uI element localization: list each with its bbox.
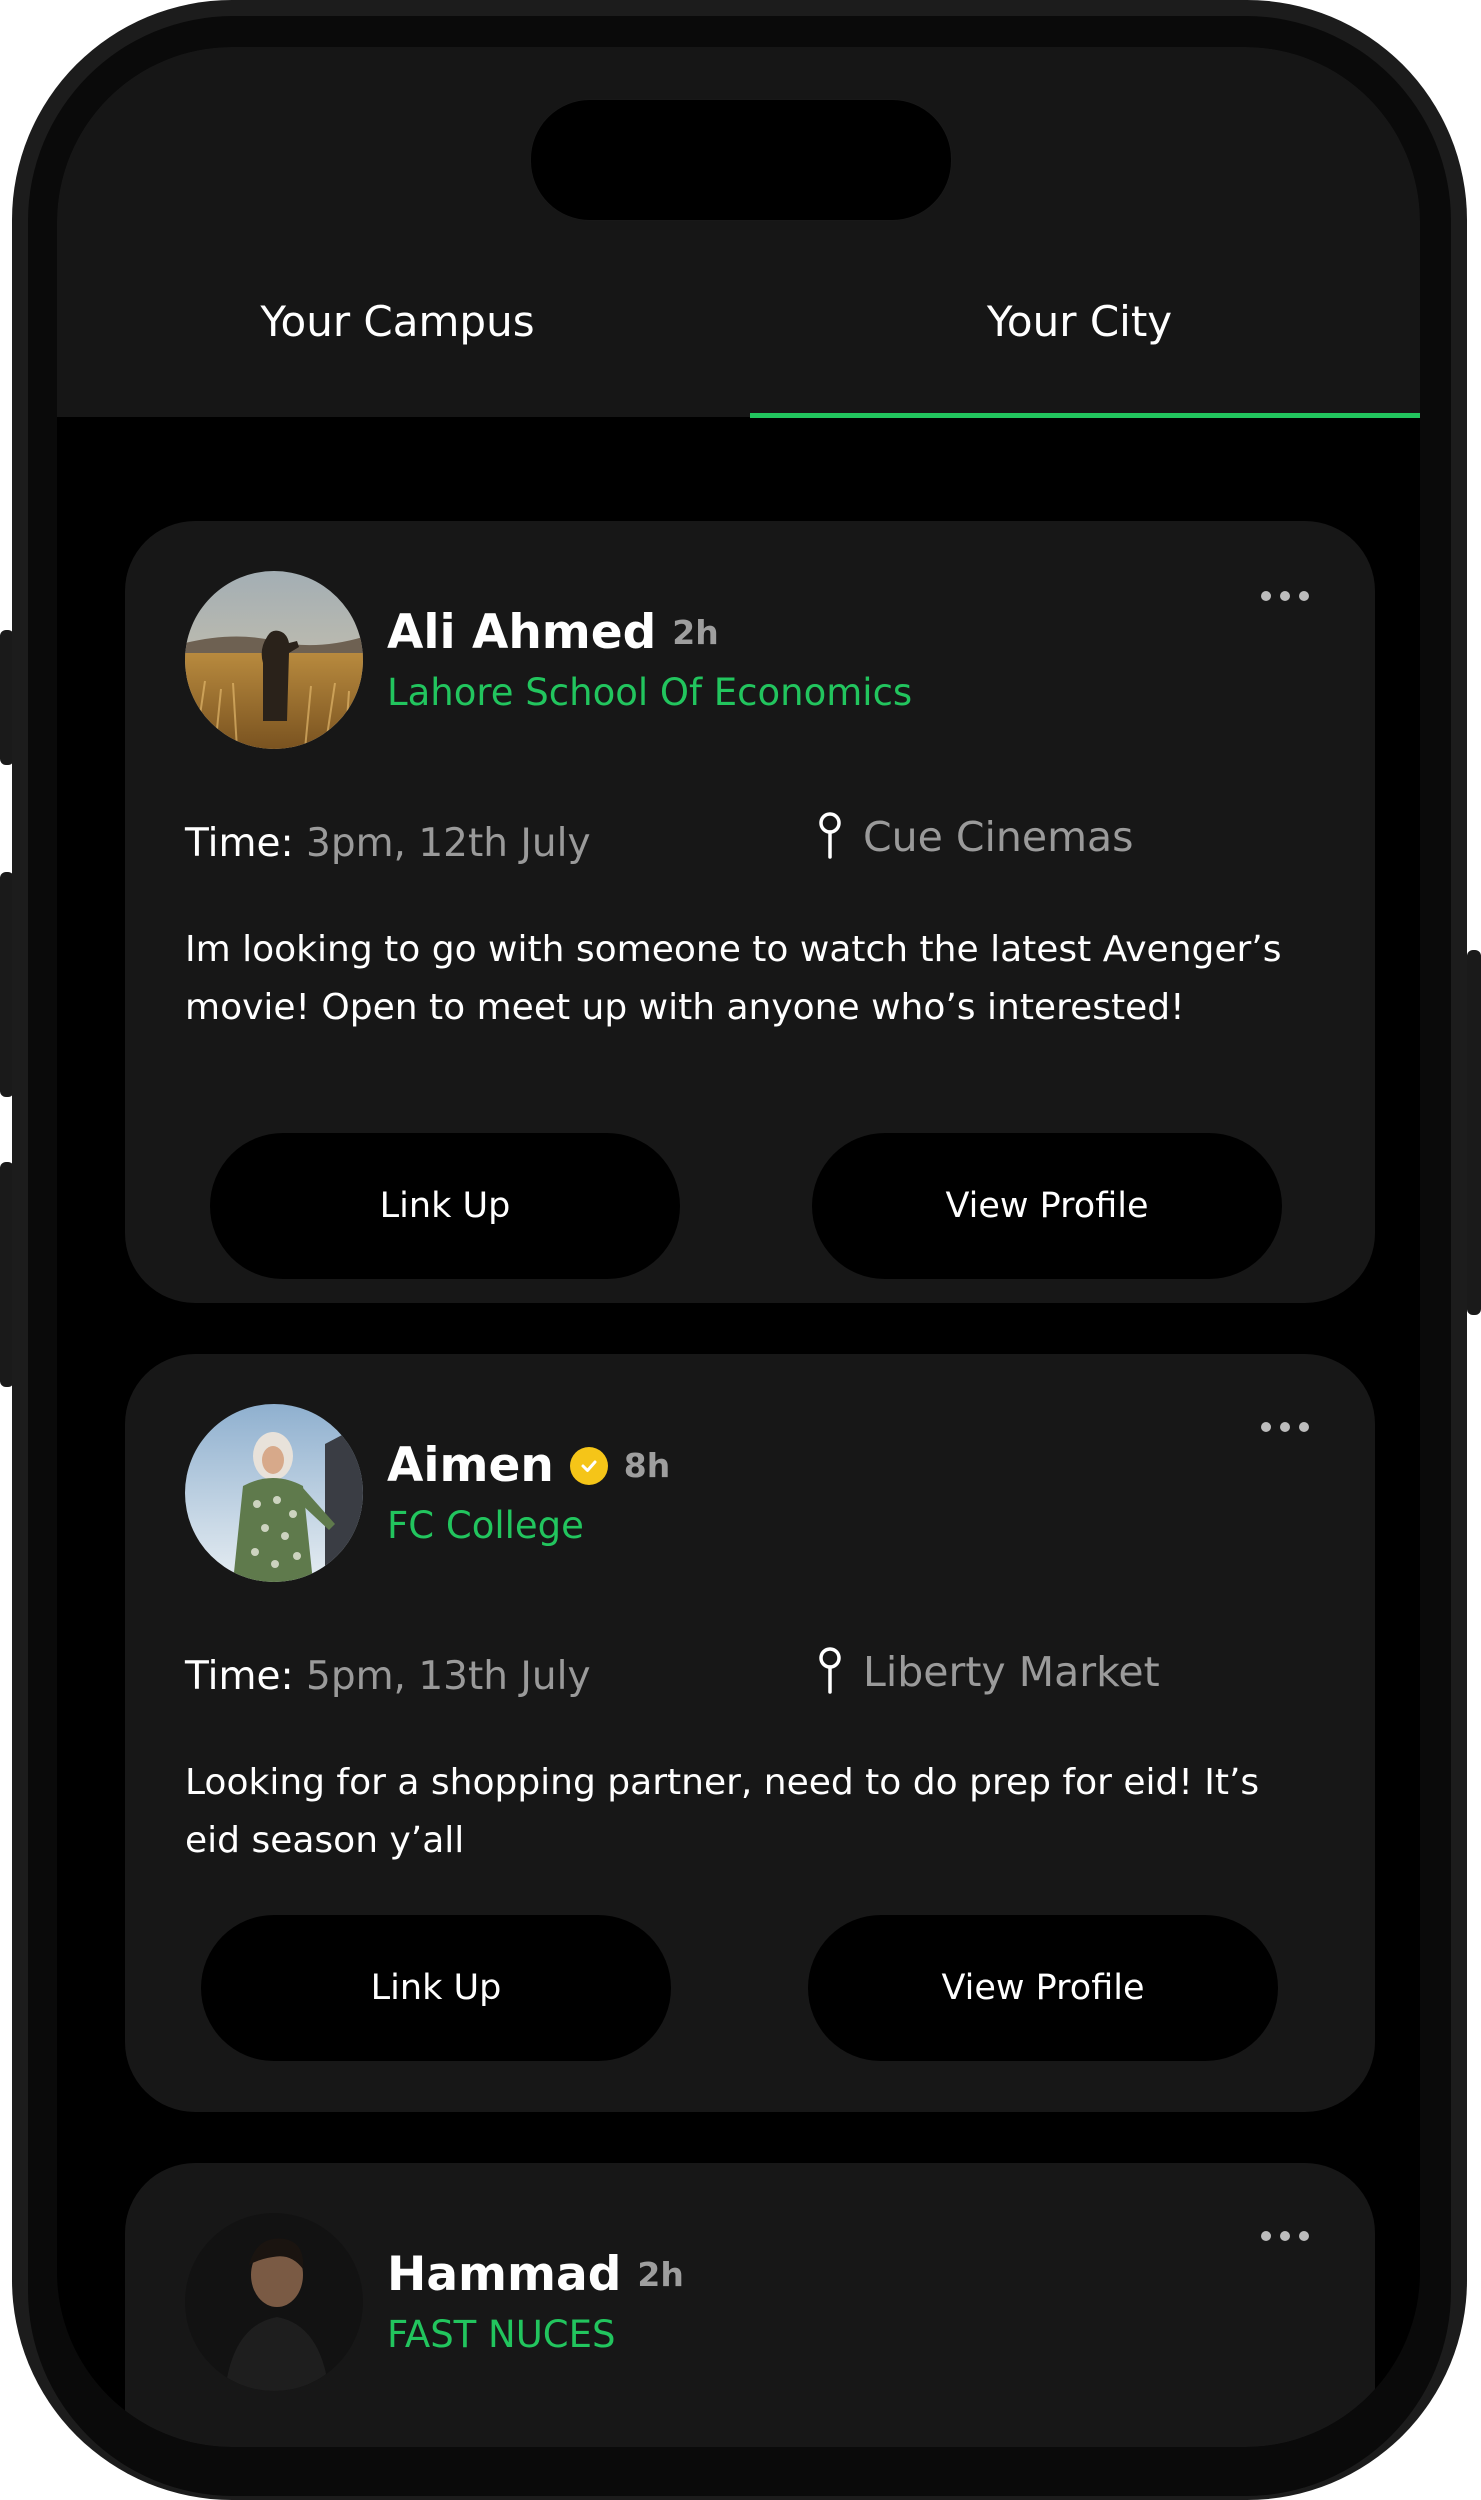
active-tab-indicator <box>750 413 1420 418</box>
post-description: Im looking to go with someone to watch t… <box>185 929 1282 1028</box>
time-label: Time: <box>185 821 294 866</box>
post-card: Aimen 8h FC College Time: 5pm, 13th July… <box>125 1354 1375 2112</box>
avatar[interactable] <box>185 1404 363 1582</box>
screen: Your Campus Your City Ali Ahmed 2h Lahor… <box>57 47 1420 2447</box>
dynamic-island <box>530 99 952 221</box>
event-location: Cue Cinemas <box>819 811 1134 863</box>
view-profile-button[interactable]: View Profile <box>812 1133 1282 1279</box>
avatar[interactable] <box>185 2213 363 2391</box>
tab-your-city[interactable]: Your City <box>739 297 1420 346</box>
post-description: Looking for a shopping partner, need to … <box>185 1762 1260 1861</box>
author-school: FC College <box>387 1504 584 1547</box>
author-name[interactable]: Hammad <box>387 2247 621 2302</box>
more-options-icon[interactable] <box>1261 591 1309 601</box>
avatar-photo-man <box>185 2213 363 2391</box>
author-name[interactable]: Aimen <box>387 1438 554 1493</box>
link-up-button[interactable]: Link Up <box>210 1133 680 1279</box>
author-school: FAST NUCES <box>387 2313 616 2356</box>
event-time: Time: 3pm, 12th July <box>185 821 591 866</box>
link-up-button[interactable]: Link Up <box>201 1915 671 2061</box>
post-card: Hammad 2h FAST NUCES <box>125 2163 1375 2447</box>
location-name: Liberty Market <box>863 1648 1160 1696</box>
post-header: Ali Ahmed 2h <box>387 605 719 660</box>
avatar-photo-woman <box>185 1404 363 1582</box>
author-school: Lahore School Of Economics <box>387 671 913 714</box>
event-location: Liberty Market <box>819 1646 1160 1698</box>
location-pin-icon <box>819 1647 841 1694</box>
more-options-icon[interactable] <box>1261 2231 1309 2241</box>
more-options-icon[interactable] <box>1261 1422 1309 1432</box>
time-value: 5pm, 13th July <box>306 1654 591 1699</box>
time-label: Time: <box>185 1654 294 1699</box>
tab-your-campus[interactable]: Your Campus <box>57 297 738 346</box>
event-time: Time: 5pm, 13th July <box>185 1654 591 1699</box>
post-header: Hammad 2h <box>387 2247 684 2302</box>
power-button <box>1467 950 1481 1315</box>
post-age: 2h <box>637 2255 684 2294</box>
post-header: Aimen 8h <box>387 1438 670 1493</box>
phone-frame: Your Campus Your City Ali Ahmed 2h Lahor… <box>0 0 1481 2500</box>
avatar-photo-field <box>185 571 363 749</box>
post-card: Ali Ahmed 2h Lahore School Of Economics … <box>125 521 1375 1303</box>
location-name: Cue Cinemas <box>863 813 1134 861</box>
view-profile-button[interactable]: View Profile <box>808 1915 1278 2061</box>
post-age: 8h <box>623 1446 671 1485</box>
location-pin-icon <box>819 812 841 859</box>
time-value: 3pm, 12th July <box>306 821 591 866</box>
post-age: 2h <box>672 613 719 652</box>
author-name[interactable]: Ali Ahmed <box>387 605 656 660</box>
verified-badge-icon <box>569 1446 608 1485</box>
avatar[interactable] <box>185 571 363 749</box>
